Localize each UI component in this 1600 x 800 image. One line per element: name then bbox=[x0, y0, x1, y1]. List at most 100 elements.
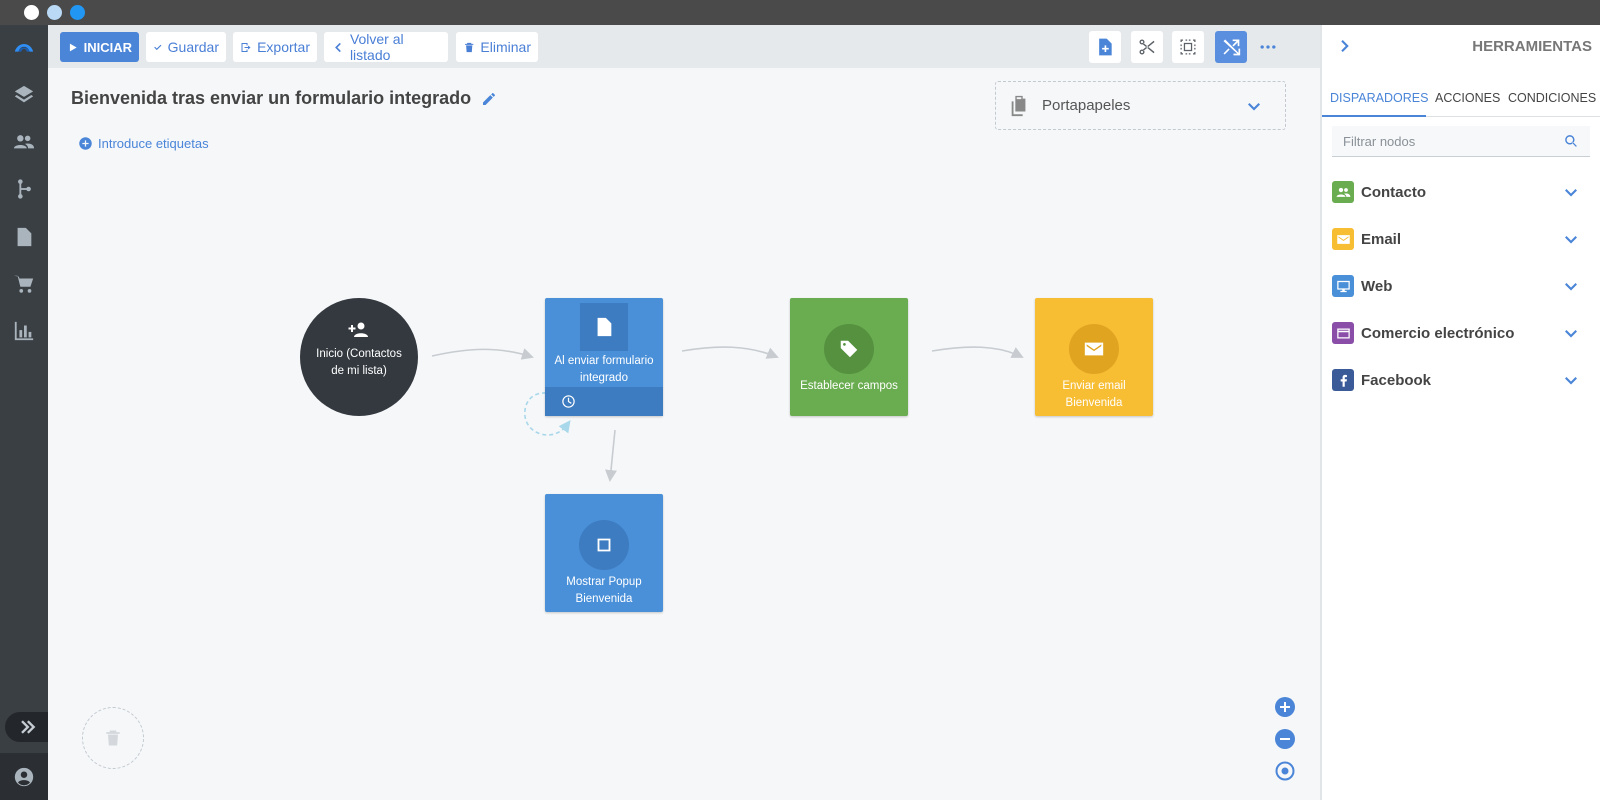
workflow-icon[interactable] bbox=[12, 177, 36, 201]
user-plus-icon bbox=[348, 322, 368, 337]
category-web-label: Web bbox=[1361, 277, 1393, 295]
flow-title: Bienvenida tras enviar un formulario int… bbox=[71, 88, 497, 109]
zoom-out-button[interactable] bbox=[1275, 729, 1295, 749]
window-minimize-dot[interactable] bbox=[47, 5, 62, 20]
chevron-down-icon bbox=[1248, 103, 1260, 111]
center-view-button[interactable] bbox=[1275, 761, 1295, 781]
ecommerce-category-icon-box bbox=[1332, 322, 1354, 344]
clipboard-icon bbox=[1011, 95, 1026, 116]
double-chevron-right-icon bbox=[20, 720, 35, 734]
collapse-panel-chevron-icon[interactable] bbox=[1336, 37, 1354, 55]
chevron-down-icon bbox=[1565, 330, 1577, 338]
action-node-send-email[interactable]: Enviar email Bienvenida bbox=[1035, 298, 1153, 416]
panel-title: HERRAMIENTAS bbox=[1472, 38, 1592, 55]
connector-fields-to-email bbox=[931, 346, 1024, 358]
mail-icon bbox=[1084, 342, 1104, 356]
set-fields-icon-circle bbox=[824, 324, 874, 374]
select-area-button[interactable] bbox=[1172, 31, 1204, 63]
save-button[interactable]: Guardar bbox=[146, 32, 226, 62]
category-contact[interactable]: Contacto bbox=[1332, 178, 1590, 206]
action-node-show-popup[interactable]: Mostrar Popup Bienvenida bbox=[545, 494, 663, 612]
edit-pencil-icon[interactable] bbox=[481, 91, 497, 107]
start-node[interactable]: Inicio (Contactos de mi lista) bbox=[300, 298, 418, 416]
category-web[interactable]: Web bbox=[1332, 272, 1590, 300]
save-button-label: Guardar bbox=[167, 39, 219, 55]
logo-icon[interactable] bbox=[12, 35, 36, 59]
send-email-label: Enviar email Bienvenida bbox=[1062, 380, 1126, 409]
export-button[interactable]: Exportar bbox=[233, 32, 317, 62]
shuffle-icon bbox=[1223, 39, 1241, 56]
trigger-node-form-submit[interactable]: Al enviar formulario integrado bbox=[545, 298, 663, 416]
plus-circle-icon bbox=[1275, 697, 1295, 717]
add-note-button[interactable] bbox=[1089, 31, 1121, 63]
credit-card-icon bbox=[1336, 328, 1350, 338]
category-ecommerce-label: Comercio electrónico bbox=[1361, 324, 1515, 342]
category-facebook[interactable]: Facebook bbox=[1332, 366, 1590, 394]
window-maximize-dot[interactable] bbox=[70, 5, 85, 20]
minus-circle-icon bbox=[1275, 729, 1295, 749]
facebook-icon bbox=[1340, 374, 1347, 387]
play-icon bbox=[69, 43, 77, 51]
tab-triggers[interactable]: DISPARADORES bbox=[1330, 91, 1428, 105]
set-fields-label: Establecer campos bbox=[800, 380, 898, 392]
search-icon bbox=[1565, 135, 1577, 147]
clipboard-dropdown[interactable]: Portapapeles bbox=[995, 81, 1286, 130]
stats-icon[interactable] bbox=[12, 319, 36, 343]
back-to-list-label: Volver al listado bbox=[349, 31, 404, 63]
web-category-icon-box bbox=[1332, 275, 1354, 297]
chevron-left-icon bbox=[335, 42, 341, 52]
select-area-icon bbox=[1180, 39, 1196, 55]
documents-icon[interactable] bbox=[12, 225, 36, 249]
flow-canvas[interactable]: Bienvenida tras enviar un formulario int… bbox=[48, 68, 1320, 800]
cart-icon[interactable] bbox=[12, 272, 36, 296]
chevron-down-icon bbox=[1565, 377, 1577, 385]
layers-icon[interactable] bbox=[12, 83, 36, 107]
expand-nav-button[interactable] bbox=[5, 712, 48, 742]
trash-drop-zone[interactable] bbox=[82, 707, 144, 769]
window-titlebar bbox=[0, 0, 1600, 25]
tools-panel: HERRAMIENTAS DISPARADORES ACCIONES CONDI… bbox=[1320, 25, 1600, 800]
start-button[interactable]: INICIAR bbox=[60, 32, 139, 62]
category-contact-label: Contacto bbox=[1361, 183, 1426, 201]
square-icon bbox=[597, 538, 611, 552]
tab-actions[interactable]: ACCIONES bbox=[1435, 91, 1500, 105]
document-icon bbox=[597, 317, 612, 337]
action-node-set-fields[interactable]: Establecer campos bbox=[790, 298, 908, 416]
auto-layout-button[interactable] bbox=[1215, 31, 1247, 63]
user-circle-icon bbox=[14, 767, 34, 786]
more-options-button[interactable] bbox=[1252, 31, 1284, 63]
category-email[interactable]: Email bbox=[1332, 225, 1590, 253]
popup-icon-circle bbox=[579, 520, 629, 570]
tab-conditions[interactable]: CONDICIONES bbox=[1508, 91, 1596, 105]
trash-icon bbox=[106, 730, 120, 746]
flow-title-text: Bienvenida tras enviar un formulario int… bbox=[71, 88, 472, 108]
category-ecommerce[interactable]: Comercio electrónico bbox=[1332, 319, 1590, 347]
add-document-icon bbox=[1099, 38, 1112, 56]
trigger-node-footer bbox=[545, 387, 663, 416]
delete-button[interactable]: Eliminar bbox=[456, 32, 538, 62]
plus-circle-icon bbox=[79, 137, 92, 150]
delete-button-label: Eliminar bbox=[480, 39, 531, 55]
facebook-category-icon-box bbox=[1332, 369, 1354, 391]
contacts-icon[interactable] bbox=[12, 130, 36, 154]
filter-nodes-input[interactable] bbox=[1332, 126, 1552, 156]
connector-start-to-trigger bbox=[431, 348, 534, 360]
user-account-button[interactable] bbox=[0, 753, 48, 800]
zoom-in-button[interactable] bbox=[1275, 697, 1295, 717]
window-close-dot[interactable] bbox=[24, 5, 39, 20]
email-category-icon-box bbox=[1332, 228, 1354, 250]
connector-trigger-to-popup bbox=[605, 429, 617, 482]
filter-nodes-field bbox=[1332, 126, 1590, 157]
flow-toolbar: INICIAR Guardar Exportar Volver al lista… bbox=[48, 25, 1320, 68]
chevron-down-icon bbox=[1565, 189, 1577, 197]
target-icon bbox=[1275, 761, 1295, 781]
back-to-list-button[interactable]: Volver al listado bbox=[324, 31, 448, 63]
clock-icon[interactable] bbox=[561, 394, 576, 409]
popup-label: Mostrar Popup Bienvenida bbox=[566, 576, 642, 605]
cut-button[interactable] bbox=[1131, 31, 1163, 63]
trigger-icon-box bbox=[580, 303, 628, 351]
more-horizontal-icon bbox=[1260, 45, 1276, 49]
monitor-icon bbox=[1336, 280, 1350, 292]
add-tags-link[interactable]: Introduce etiquetas bbox=[78, 136, 209, 151]
export-icon bbox=[241, 42, 251, 52]
